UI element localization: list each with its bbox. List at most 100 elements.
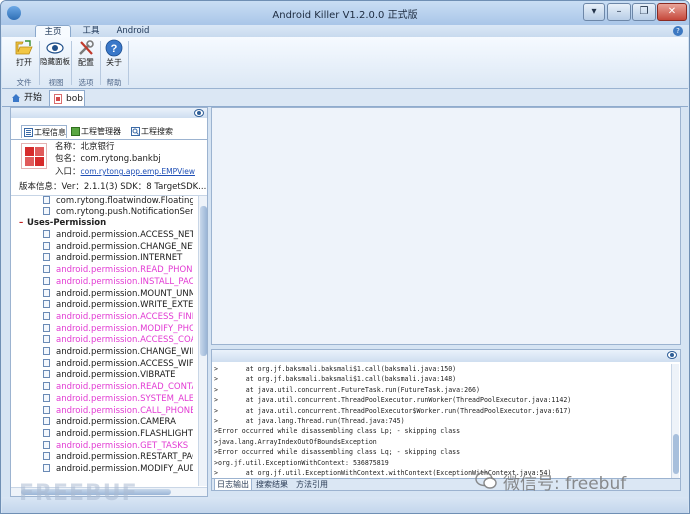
permission-label: android.permission.CHANGE_WIF xyxy=(56,347,193,357)
file-icon xyxy=(43,452,50,461)
tree-item-permission[interactable]: android.permission.SYSTEM_ALER xyxy=(43,393,193,406)
permission-label: android.permission.RESTART_PAC xyxy=(56,452,193,463)
permission-label: android.permission.READ_CONTA xyxy=(56,382,193,393)
tree-item-permission[interactable]: android.permission.CHANGE_NET xyxy=(43,241,193,254)
info-icon xyxy=(24,128,33,137)
tree-item-permission[interactable]: android.permission.GET_TASKS xyxy=(43,440,193,453)
tab-project-info-label: 工程信息 xyxy=(34,128,66,137)
tree-item-permission[interactable]: android.permission.CAMERA xyxy=(43,417,193,429)
entry-activity-link[interactable]: com.rytong.app.emp.EMPView xyxy=(81,167,195,176)
doc-tab-bob[interactable]: bob xyxy=(49,90,85,106)
app-window: Android Killer V1.2.0.0 正式版 ▾ – ❐ ✕ 主页 工… xyxy=(0,0,690,514)
tree-item-permission[interactable]: android.permission.ACCESS_NETW xyxy=(43,230,193,242)
hide-panel-button-label: 隐藏面板 xyxy=(40,57,70,66)
tree-item-permission[interactable]: android.permission.FLASHLIGHT xyxy=(43,428,193,441)
help-icon[interactable]: ? xyxy=(673,26,683,36)
close-button[interactable]: ✕ xyxy=(657,3,687,21)
tree-item-permission[interactable]: android.permission.WRITE_EXTER xyxy=(43,300,193,312)
tree-item-permission[interactable]: android.permission.READ_CONTA xyxy=(43,382,193,394)
scrollbar-thumb[interactable] xyxy=(200,206,207,356)
file-icon xyxy=(43,207,50,215)
tab-search-results[interactable]: 搜索结果 xyxy=(256,479,288,491)
tab-home[interactable]: 主页 xyxy=(35,25,71,37)
collapse-icon[interactable]: – xyxy=(19,218,27,229)
ribbon-group-file: 文件 xyxy=(16,78,32,87)
freebuf-watermark: FREEBUF xyxy=(19,481,138,506)
log-line: >org.jf.util.ExceptionWithContext: 53687… xyxy=(214,458,389,467)
version-info: 版本信息：Ver：2.1.1(3) SDK：8 TargetSDK... xyxy=(19,182,207,192)
tree-item-permission[interactable]: android.permission.MODIFY_PHO xyxy=(43,323,193,336)
package-name-row: 包名：com.rytong.bankbj xyxy=(55,154,161,164)
manager-icon xyxy=(71,127,80,136)
open-button-label: 打开 xyxy=(16,58,32,67)
file-icon xyxy=(43,382,50,391)
editor-area xyxy=(211,107,681,345)
document-tab-bar: 开始 bob xyxy=(2,89,688,107)
log-line: >java.lang.ArrayIndexOutOfBoundsExceptio… xyxy=(214,437,377,446)
tree-item-permission[interactable]: android.permission.CALL_PHONE xyxy=(43,405,193,418)
tree-item-permission[interactable]: android.permission.INTERNET xyxy=(43,253,193,265)
file-icon xyxy=(43,323,50,332)
hide-panel-button[interactable]: 隐藏面板 xyxy=(40,39,70,77)
project-subtabs: 工程信息 工程管理器 工程搜索 xyxy=(21,125,207,139)
permission-label: android.permission.CALL_PHONE xyxy=(56,405,193,416)
eye-icon xyxy=(46,42,64,54)
file-icon xyxy=(43,335,50,344)
tree-item-permission[interactable]: android.permission.CHANGE_WIF xyxy=(43,347,193,359)
tree-vertical-scrollbar[interactable] xyxy=(198,196,207,486)
title-bar: Android Killer V1.2.0.0 正式版 ▾ – ❐ ✕ xyxy=(1,1,689,25)
tree-group-uses-permission[interactable]: – Uses-Permission xyxy=(19,218,106,229)
tree-item-permission[interactable]: android.permission.MOUNT_UNM xyxy=(43,288,193,301)
tree-item-permission[interactable]: android.permission.INSTALL_PAC xyxy=(43,276,193,289)
tab-android[interactable]: Android xyxy=(111,25,155,37)
file-icon xyxy=(43,405,50,414)
doc-tab-start[interactable]: 开始 xyxy=(8,90,48,106)
tree-item-permission[interactable]: android.permission.MODIFY_AUD xyxy=(43,464,193,476)
file-icon xyxy=(43,253,50,262)
tree-item-permission[interactable]: android.permission.ACCESS_COA xyxy=(43,335,193,347)
log-line: > at java.util.concurrent.ThreadPoolExec… xyxy=(214,406,572,415)
ribbon-group-help: 帮助 xyxy=(106,78,122,87)
tree-item-service[interactable]: com.rytong.push.NotificationServ xyxy=(43,207,193,219)
maximize-button[interactable]: ❐ xyxy=(632,3,656,21)
permission-label: android.permission.ACCESS_COA xyxy=(56,335,193,346)
tab-log-output[interactable]: 日志输出 xyxy=(214,479,252,491)
tab-project-info[interactable]: 工程信息 xyxy=(21,125,67,138)
log-line: > at org.jf.baksmali.baksmali$1.call(bak… xyxy=(214,375,457,384)
entry-prefix: 入口： xyxy=(55,167,81,177)
tree-item-service[interactable]: com.rytong.floatwindow.Floating xyxy=(43,196,193,208)
scrollbar-thumb[interactable] xyxy=(673,434,679,474)
tab-project-search-label: 工程搜索 xyxy=(141,127,173,136)
file-icon xyxy=(43,347,50,355)
log-scrollbar[interactable] xyxy=(671,364,679,478)
panel-eye-icon[interactable] xyxy=(194,109,204,117)
permission-label: android.permission.MODIFY_AUD xyxy=(56,464,193,474)
tab-tools[interactable]: 工具 xyxy=(77,25,105,37)
file-icon xyxy=(43,417,50,426)
open-button[interactable]: 打开 xyxy=(12,39,36,77)
settings-button-label: 配置 xyxy=(78,58,94,67)
ribbon-group-options: 选项 xyxy=(78,78,94,87)
minimize-button[interactable]: – xyxy=(607,3,631,21)
tree-item-permission[interactable]: android.permission.ACCESS_FINE xyxy=(43,311,193,324)
tab-project-search[interactable]: 工程搜索 xyxy=(129,125,179,138)
file-icon xyxy=(43,428,50,437)
svg-text:?: ? xyxy=(111,43,118,55)
ribbon: 打开 隐藏面板 配置 ? 关于 文件 视图 选项 帮助 xyxy=(2,37,688,89)
settings-button[interactable]: 配置 xyxy=(74,39,98,77)
log-eye-icon[interactable] xyxy=(667,351,677,359)
permission-label: android.permission.WRITE_EXTER xyxy=(56,300,193,311)
app-icon xyxy=(21,143,47,169)
search-icon xyxy=(131,127,140,136)
tree-item-permission[interactable]: android.permission.VIBRATE xyxy=(43,370,193,382)
tree-item-permission[interactable]: android.permission.RESTART_PAC xyxy=(43,452,193,464)
tab-project-manager[interactable]: 工程管理器 xyxy=(69,125,127,138)
tree-item-permission[interactable]: android.permission.ACCESS_WIFI xyxy=(43,358,193,371)
permission-label: android.permission.FLASHLIGHT xyxy=(56,428,193,439)
quick-access-dropdown-button[interactable]: ▾ xyxy=(583,3,605,21)
file-icon xyxy=(43,288,50,297)
tab-method-references[interactable]: 方法引用 xyxy=(296,479,328,491)
permission-label: android.permission.CAMERA xyxy=(56,417,176,428)
tree-item-permission[interactable]: android.permission.READ_PHONE xyxy=(43,265,193,277)
about-button[interactable]: ? 关于 xyxy=(102,39,126,77)
